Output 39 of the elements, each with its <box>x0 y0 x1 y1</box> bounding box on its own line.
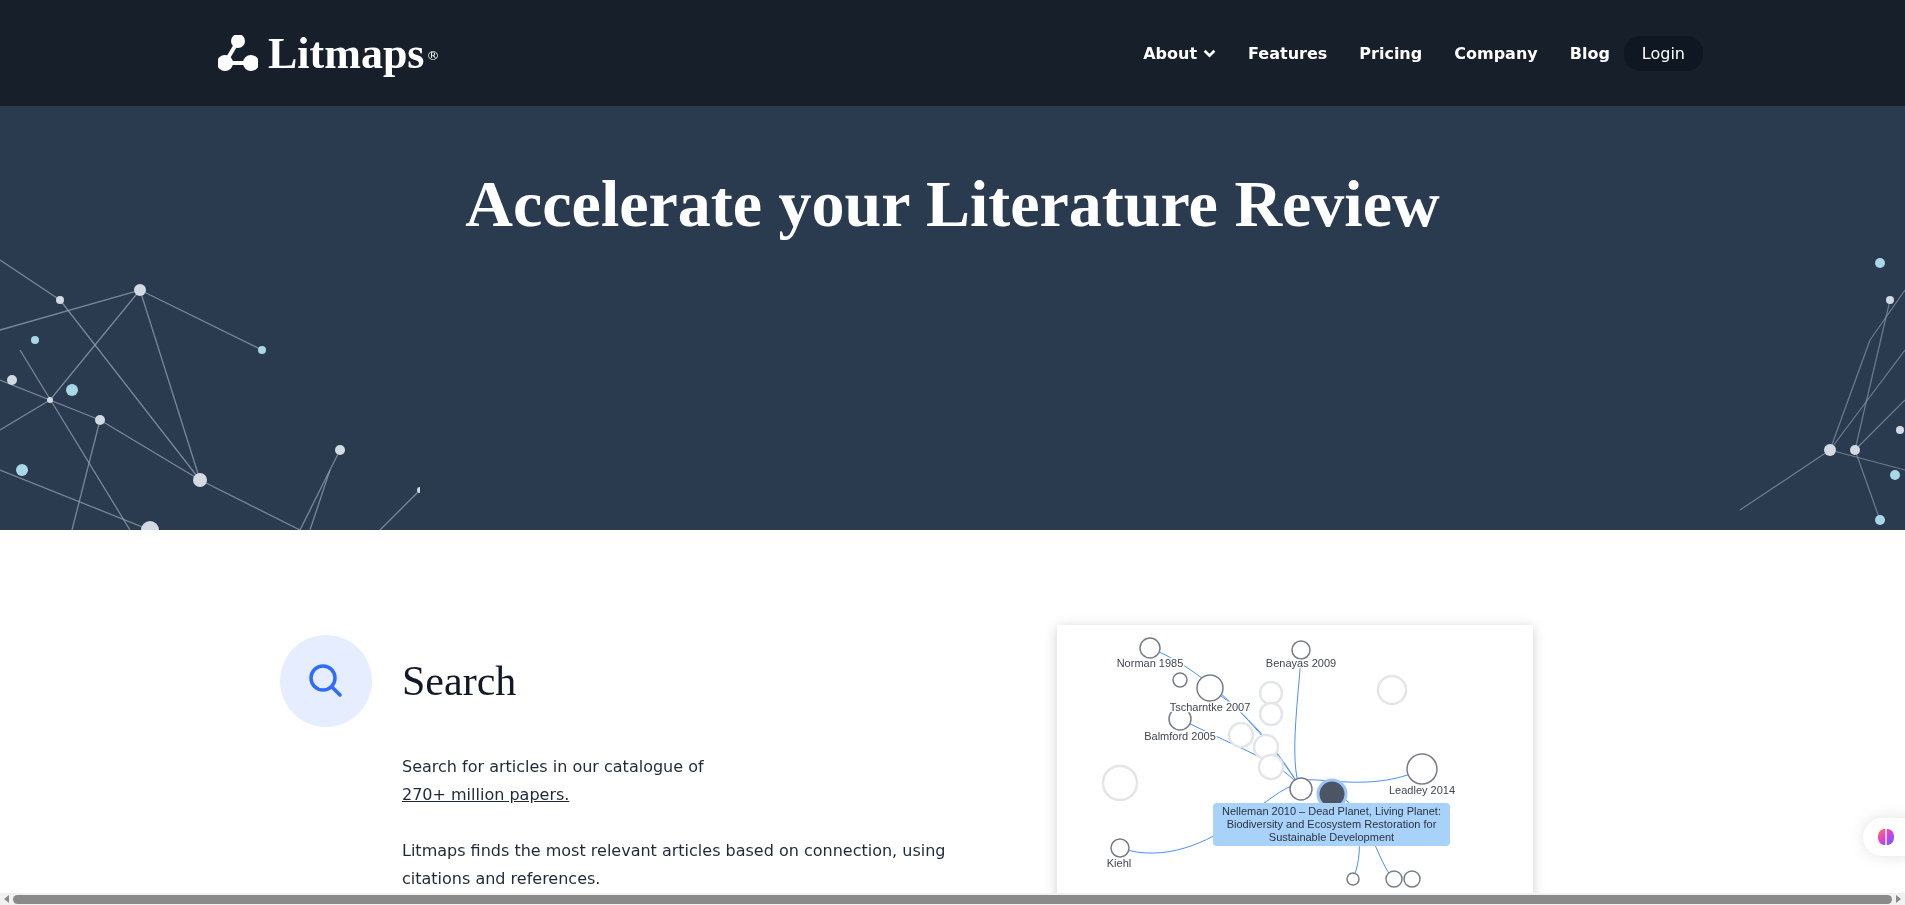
registered-mark: ® <box>426 47 440 63</box>
hero-title: Accelerate your Literature Review <box>465 166 1440 242</box>
map-node[interactable] <box>1406 753 1438 785</box>
map-node[interactable] <box>1385 870 1403 888</box>
faint-node <box>1257 753 1285 781</box>
logo-icon <box>218 35 258 71</box>
nav-link[interactable]: Blog <box>1569 43 1610 63</box>
map-node[interactable] <box>1291 640 1311 660</box>
horizontal-scrollbar[interactable] <box>0 893 1905 905</box>
map-node[interactable] <box>1172 672 1188 688</box>
map-node[interactable] <box>1110 838 1130 858</box>
faint-node <box>1258 701 1284 727</box>
node-label: Norman 1985 <box>1116 657 1184 669</box>
node-label: Kiehl <box>1106 857 1132 869</box>
feature-title: Search <box>402 657 517 705</box>
map-node[interactable] <box>1403 870 1421 888</box>
nav-link[interactable]: Company <box>1454 43 1538 63</box>
map-node[interactable] <box>1346 872 1360 886</box>
login-button[interactable]: Login <box>1623 35 1703 71</box>
feature-description: Litmaps finds the most relevant articles based on connection, using citations and references. <box>402 840 947 890</box>
faint-node <box>1258 680 1284 706</box>
map-node[interactable] <box>1196 674 1224 702</box>
faint-node <box>1227 721 1255 749</box>
map-node[interactable] <box>1139 637 1161 659</box>
node-label: Balmford 2005 <box>1144 730 1216 742</box>
faint-node <box>1101 764 1139 802</box>
papers-link[interactable]: 270+ million papers. <box>402 785 570 804</box>
brain-icon <box>1876 827 1896 847</box>
nav-link[interactable]: About <box>1143 43 1217 63</box>
faint-node <box>1376 674 1408 706</box>
node-label: Leadley 2014 <box>1388 784 1456 796</box>
scroll-right-icon[interactable] <box>1896 895 1901 903</box>
nav-link[interactable]: Features <box>1248 43 1328 63</box>
paper-tooltip: Nelleman 2010 – Dead Planet, Living Planet: Biodiversity and Ecosystem Restoration for Sustainable Development <box>1213 803 1450 846</box>
logo-text[interactable]: Litmaps <box>268 27 425 79</box>
map-node[interactable] <box>1289 777 1313 801</box>
scroll-left-icon[interactable] <box>4 895 9 903</box>
feature-description: Search for articles in our catalogue of 270+ million papers. <box>402 756 705 806</box>
nav-link[interactable]: Pricing <box>1359 43 1423 63</box>
